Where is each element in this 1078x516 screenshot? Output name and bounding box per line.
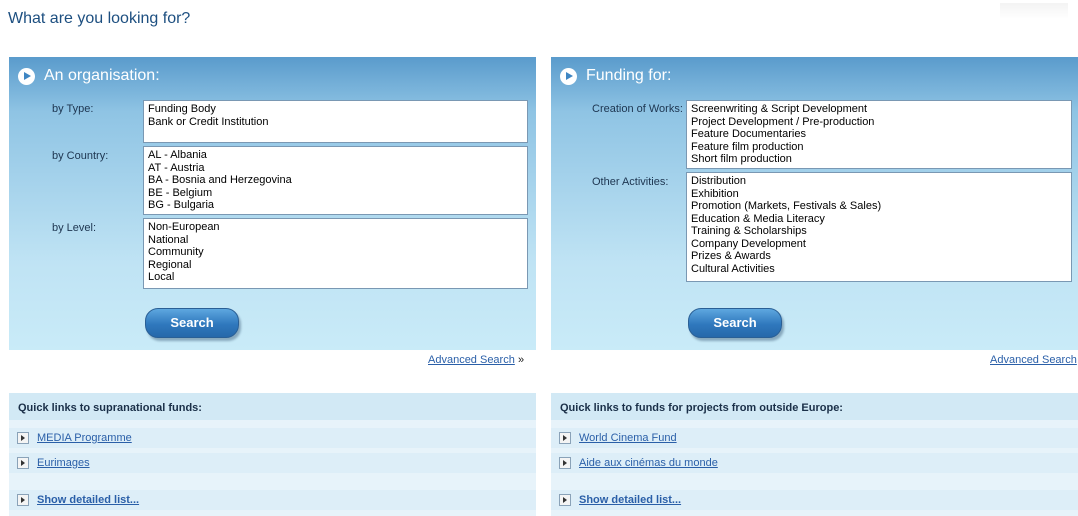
works-option[interactable]: Feature film production xyxy=(691,141,1067,154)
play-circle-icon xyxy=(560,67,577,85)
arrow-right-icon[interactable] xyxy=(559,432,571,444)
works-option[interactable]: Feature Documentaries xyxy=(691,128,1067,141)
by-country-label: by Country: xyxy=(52,150,109,162)
top-bar-fragment xyxy=(1000,3,1068,19)
quicklink-row: Aide aux cinémas du monde xyxy=(551,453,1078,473)
play-circle-icon xyxy=(18,67,35,85)
type-option[interactable]: Funding Body xyxy=(148,103,523,116)
activities-option[interactable]: Promotion (Markets, Festivals & Sales) xyxy=(691,200,1067,213)
page-title: What are you looking for? xyxy=(8,10,191,27)
arrow-right-icon[interactable] xyxy=(17,457,29,469)
supranational-quicklinks-heading: Quick links to supranational funds: xyxy=(9,393,536,420)
organisation-panel-header: An organisation: xyxy=(9,57,536,95)
other-activities-label: Other Activities: xyxy=(592,176,669,188)
funding-panel-header: Funding for: xyxy=(551,57,1078,95)
arrow-right-icon[interactable] xyxy=(559,494,571,506)
show-detailed-list-link[interactable]: Show detailed list... xyxy=(37,494,139,506)
funding-panel-title: Funding for: xyxy=(586,67,672,84)
country-option[interactable]: BG - Bulgaria xyxy=(148,199,523,212)
country-option[interactable]: AT - Austria xyxy=(148,162,523,175)
quicklink-aide-aux-cinemas[interactable]: Aide aux cinémas du monde xyxy=(579,457,718,469)
type-listbox[interactable]: Funding Body Bank or Credit Institution xyxy=(143,100,528,143)
quicklink-row: Show detailed list... xyxy=(551,490,1078,510)
works-option[interactable]: Short film production xyxy=(691,153,1067,166)
activities-option[interactable]: Training & Scholarships xyxy=(691,225,1067,238)
by-type-label: by Type: xyxy=(52,103,94,115)
funding-search-panel: Funding for: Creation of Works: Screenwr… xyxy=(551,57,1078,350)
activities-option[interactable]: Prizes & Awards xyxy=(691,250,1067,263)
outside-europe-quicklinks-heading: Quick links to funds for projects from o… xyxy=(551,393,1078,420)
quicklink-world-cinema-fund[interactable]: World Cinema Fund xyxy=(579,432,677,444)
outside-europe-quicklinks: Quick links to funds for projects from o… xyxy=(551,393,1078,516)
activities-option[interactable]: Exhibition xyxy=(691,188,1067,201)
quicklink-row: MEDIA Programme xyxy=(9,428,536,448)
arrow-right-icon[interactable] xyxy=(559,457,571,469)
country-option[interactable]: BA - Bosnia and Herzegovina xyxy=(148,174,523,187)
quicklink-media-programme[interactable]: MEDIA Programme xyxy=(37,432,132,444)
level-listbox[interactable]: Non-European National Community Regional… xyxy=(143,218,528,289)
advanced-search-arrow: » xyxy=(518,354,525,366)
organisation-search-panel: An organisation: by Type: Funding Body B… xyxy=(9,57,536,350)
organisation-advanced-search-link[interactable]: Advanced Search xyxy=(428,354,515,366)
funding-search-button[interactable]: Search xyxy=(688,308,782,338)
organisation-search-button[interactable]: Search xyxy=(145,308,239,338)
creation-of-works-label: Creation of Works: xyxy=(592,103,683,115)
level-option[interactable]: Local xyxy=(148,271,523,284)
supranational-quicklinks: Quick links to supranational funds: MEDI… xyxy=(9,393,536,516)
activities-option[interactable]: Company Development xyxy=(691,238,1067,251)
organisation-panel-title: An organisation: xyxy=(44,67,160,84)
show-detailed-list-link[interactable]: Show detailed list... xyxy=(579,494,681,506)
level-option[interactable]: Community xyxy=(148,246,523,259)
level-option[interactable]: National xyxy=(148,234,523,247)
quicklink-eurimages[interactable]: Eurimages xyxy=(37,457,90,469)
arrow-right-icon[interactable] xyxy=(17,494,29,506)
works-option[interactable]: Project Development / Pre-production xyxy=(691,116,1067,129)
activities-listbox[interactable]: Distribution Exhibition Promotion (Marke… xyxy=(686,172,1072,282)
activities-option[interactable]: Distribution xyxy=(691,175,1067,188)
type-option[interactable]: Bank or Credit Institution xyxy=(148,116,523,129)
works-option[interactable]: Screenwriting & Script Development xyxy=(691,103,1067,116)
country-option[interactable]: BE - Belgium xyxy=(148,187,523,200)
level-option[interactable]: Regional xyxy=(148,259,523,272)
quicklink-row: Eurimages xyxy=(9,453,536,473)
level-option[interactable]: Non-European xyxy=(148,221,523,234)
funding-advanced-search-link[interactable]: Advanced Search xyxy=(990,354,1077,366)
country-listbox[interactable]: AL - Albania AT - Austria BA - Bosnia an… xyxy=(143,146,528,215)
arrow-right-icon[interactable] xyxy=(17,432,29,444)
by-level-label: by Level: xyxy=(52,222,97,234)
quicklink-row: World Cinema Fund xyxy=(551,428,1078,448)
activities-option[interactable]: Cultural Activities xyxy=(691,263,1067,276)
works-listbox[interactable]: Screenwriting & Script Development Proje… xyxy=(686,100,1072,169)
quicklink-row: Show detailed list... xyxy=(9,490,536,510)
activities-option[interactable]: Education & Media Literacy xyxy=(691,213,1067,226)
country-option[interactable]: AL - Albania xyxy=(148,149,523,162)
